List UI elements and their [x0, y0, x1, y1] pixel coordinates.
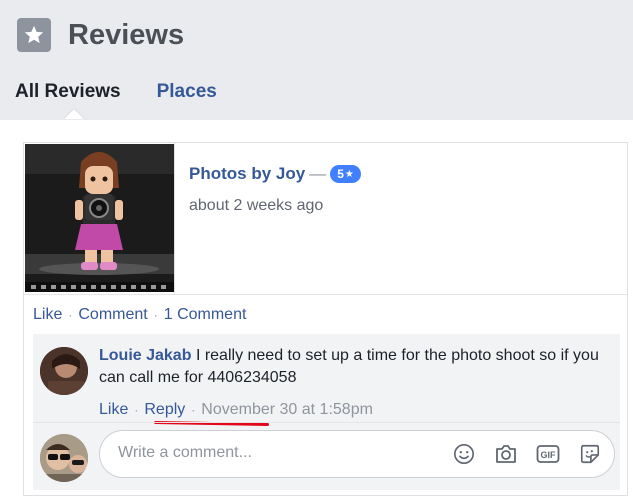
- action-dot: ·: [68, 308, 73, 322]
- comment-count-link[interactable]: 1 Comment: [164, 306, 247, 324]
- gif-label: GIF: [540, 449, 556, 460]
- tab-places[interactable]: Places: [157, 81, 217, 103]
- review-divider: [24, 294, 627, 295]
- active-tab-caret: [64, 109, 84, 119]
- review-photo[interactable]: [25, 144, 174, 292]
- photo-divider: [174, 143, 175, 293]
- review-header: Photos by Joy — 5 ★: [189, 164, 361, 184]
- review-card: Photos by Joy — 5 ★ about 2 weeks ago Li…: [23, 142, 628, 496]
- review-actions: Like · Comment · 1 Comment: [33, 306, 246, 324]
- sticker-icon[interactable]: [578, 442, 602, 466]
- commenter-avatar[interactable]: [40, 347, 88, 395]
- author-dash: —: [309, 164, 327, 183]
- page-header: Reviews All Reviews Places: [0, 0, 633, 121]
- comment-input[interactable]: [118, 441, 418, 465]
- comment-input-box: GIF: [99, 430, 615, 478]
- composer-icons: GIF: [434, 442, 602, 466]
- comment-actions: Like · Reply · November 30 at 1:58pm: [99, 401, 373, 419]
- like-button[interactable]: Like: [33, 306, 62, 324]
- action-dot: ·: [134, 403, 139, 417]
- reviews-star-icon: [17, 18, 51, 52]
- action-dot: ·: [153, 308, 158, 322]
- comment-button[interactable]: Comment: [78, 306, 147, 324]
- action-dot: ·: [191, 403, 196, 417]
- comment-body: Louie Jakab I really need to set up a ti…: [99, 345, 609, 389]
- comment-reply-button[interactable]: Reply: [144, 401, 185, 419]
- gif-icon[interactable]: GIF: [536, 442, 560, 466]
- comment-like-button[interactable]: Like: [99, 401, 128, 419]
- rating-value: 5: [337, 167, 344, 181]
- comment-item: Louie Jakab I really need to set up a ti…: [40, 343, 615, 427]
- tab-all-reviews[interactable]: All Reviews: [15, 81, 121, 103]
- rating-badge: 5 ★: [330, 165, 361, 183]
- comment-timestamp[interactable]: November 30 at 1:58pm: [201, 401, 373, 419]
- commenter-name-link[interactable]: Louie Jakab: [99, 347, 191, 364]
- current-user-avatar: [40, 434, 88, 482]
- review-author-link[interactable]: Photos by Joy: [189, 164, 305, 184]
- page-title: Reviews: [68, 18, 185, 51]
- emoji-icon[interactable]: [452, 442, 476, 466]
- comments-section: Louie Jakab I really need to set up a ti…: [33, 334, 620, 490]
- camera-icon[interactable]: [494, 442, 518, 466]
- comment-composer: GIF: [33, 430, 620, 488]
- review-tabs: All Reviews Places: [15, 81, 217, 103]
- rating-star-icon: ★: [344, 168, 354, 180]
- comment-divider: [33, 422, 620, 423]
- title-row: Reviews: [17, 18, 184, 52]
- review-timestamp[interactable]: about 2 weeks ago: [189, 197, 323, 215]
